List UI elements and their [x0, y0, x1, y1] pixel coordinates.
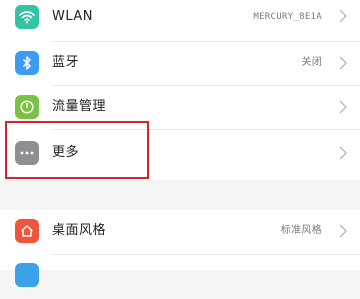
settings-row-bluetooth[interactable]: 蓝牙 关闭 — [0, 41, 360, 85]
more-icon — [15, 141, 39, 165]
bluetooth-value: 关闭 — [301, 57, 322, 68]
data-usage-icon — [15, 95, 39, 119]
chevron-right-icon — [339, 56, 347, 70]
chevron-right-icon — [339, 100, 347, 114]
settings-row-data-usage[interactable]: 流量管理 — [0, 85, 360, 129]
data-usage-label: 流量管理 — [52, 99, 107, 114]
chevron-right-icon — [339, 224, 347, 238]
settings-row-wlan[interactable]: WLAN MERCURY_8E1A — [0, 0, 360, 39]
divider — [52, 129, 360, 130]
wlan-label: WLAN — [52, 9, 94, 24]
bluetooth-label: 蓝牙 — [52, 55, 80, 70]
settings-group-personalization: 桌面风格 标准风格 — [0, 210, 360, 287]
wifi-icon — [15, 5, 39, 29]
settings-row-more[interactable]: 更多 — [0, 131, 360, 175]
chevron-right-icon — [339, 146, 347, 160]
home-icon — [15, 219, 39, 243]
settings-icon — [15, 263, 39, 287]
home-style-value: 标准风格 — [280, 225, 322, 236]
settings-row-next[interactable] — [0, 255, 360, 299]
more-label: 更多 — [52, 145, 80, 160]
home-style-label: 桌面风格 — [52, 223, 107, 238]
settings-row-home-style[interactable]: 桌面风格 标准风格 — [0, 210, 360, 254]
settings-group-connections: WLAN MERCURY_8E1A 蓝牙 关闭 流量管理 更多 — [0, 0, 360, 180]
wlan-value: MERCURY_8E1A — [253, 12, 322, 22]
bluetooth-icon — [15, 51, 39, 75]
chevron-right-icon — [339, 9, 347, 23]
